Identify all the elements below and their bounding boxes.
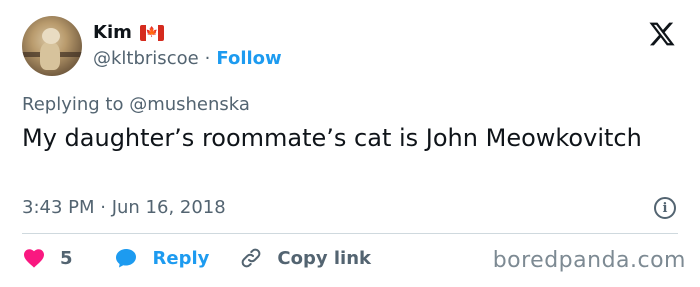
heart-icon xyxy=(22,246,46,270)
avatar-head xyxy=(42,28,60,44)
copy-link-button[interactable]: Copy link xyxy=(239,246,371,270)
tweet-timestamp[interactable]: 3:43 PM · Jun 16, 2018 xyxy=(22,197,226,218)
like-count: 5 xyxy=(60,247,73,269)
info-icon[interactable]: i xyxy=(654,197,676,219)
canada-flag-icon: 🍁 xyxy=(139,24,164,41)
replying-to-text: Replying to @mushenska xyxy=(22,94,250,115)
action-bar: 5 Reply Copy link xyxy=(22,246,371,270)
watermark: boredpanda.com xyxy=(492,248,686,273)
copy-link-label: Copy link xyxy=(277,247,371,269)
avatar-body xyxy=(40,42,60,70)
user-handle-row: @kltbriscoe · Follow xyxy=(93,48,282,69)
avatar[interactable] xyxy=(22,16,82,76)
reply-label: Reply xyxy=(152,247,210,269)
user-name-row: Kim 🍁 xyxy=(93,22,164,43)
follow-button[interactable]: Follow xyxy=(216,48,281,69)
tweet-text: My daughter’s roommate’s cat is John Meo… xyxy=(22,124,642,152)
reply-bubble-icon xyxy=(113,246,139,270)
user-handle[interactable]: @kltbriscoe xyxy=(93,48,199,69)
divider xyxy=(22,233,678,234)
reply-button[interactable]: Reply xyxy=(113,246,210,270)
user-name[interactable]: Kim xyxy=(93,22,132,43)
link-icon xyxy=(239,246,263,270)
separator-dot: · xyxy=(204,48,211,69)
like-button[interactable]: 5 xyxy=(22,246,73,270)
x-logo-icon[interactable] xyxy=(648,20,676,48)
